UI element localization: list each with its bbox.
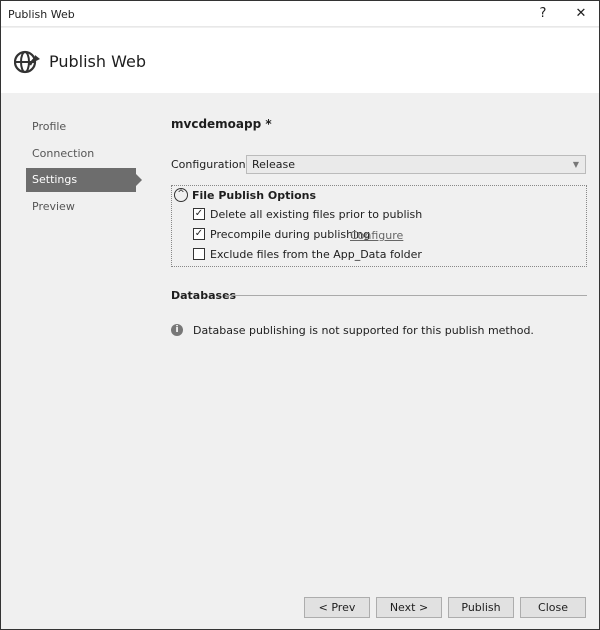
title-bar: Publish Web ? ✕ xyxy=(1,1,599,27)
next-button[interactable]: Next > xyxy=(376,597,442,618)
help-button[interactable]: ? xyxy=(528,4,558,24)
databases-divider xyxy=(226,295,587,296)
exclude-app-data-checkbox[interactable] xyxy=(193,248,205,260)
configuration-value: Release xyxy=(252,158,295,171)
sidebar-item-settings[interactable]: Settings xyxy=(26,168,142,192)
close-button[interactable]: Close xyxy=(520,597,586,618)
configuration-dropdown[interactable]: Release ▼ xyxy=(246,155,586,174)
prev-button[interactable]: < Prev xyxy=(304,597,370,618)
delete-existing-files-label: Delete all existing files prior to publi… xyxy=(210,208,423,221)
delete-existing-files-checkbox[interactable]: ✓ xyxy=(193,208,205,220)
precompile-checkbox[interactable]: ✓ xyxy=(193,228,205,240)
header-title: Publish Web xyxy=(49,52,146,71)
sidebar-item-preview[interactable]: Preview xyxy=(26,195,136,219)
exclude-app-data-label: Exclude files from the App_Data folder xyxy=(210,248,422,261)
close-window-button[interactable]: ✕ xyxy=(566,4,596,24)
header: Publish Web xyxy=(1,28,599,93)
databases-info-text: Database publishing is not supported for… xyxy=(193,324,534,337)
chevron-down-icon: ▼ xyxy=(572,160,579,169)
info-icon: i xyxy=(171,324,183,336)
collapse-chevron-up-icon[interactable]: ^ xyxy=(174,188,188,202)
publish-web-dialog: Publish Web ? ✕ Publish Web Profile Conn… xyxy=(0,0,600,630)
publish-button[interactable]: Publish xyxy=(448,597,514,618)
configuration-label: Configuration: xyxy=(171,158,250,171)
globe-publish-icon xyxy=(14,50,40,74)
file-publish-options-title: File Publish Options xyxy=(192,189,317,202)
sidebar-item-connection[interactable]: Connection xyxy=(26,142,136,166)
precompile-label: Precompile during publishing xyxy=(210,228,371,241)
sidebar-item-profile[interactable]: Profile xyxy=(26,115,136,139)
window-title: Publish Web xyxy=(8,8,75,21)
configure-link[interactable]: Configure xyxy=(350,229,403,242)
profile-name: mvcdemoapp * xyxy=(171,117,272,131)
